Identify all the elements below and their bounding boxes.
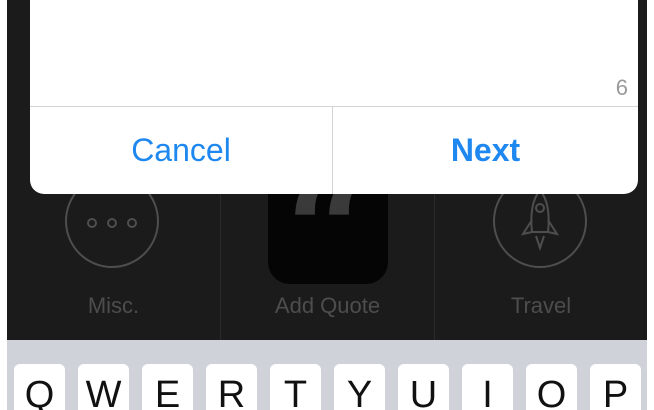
key-p[interactable]: P	[590, 364, 641, 410]
key-w[interactable]: W	[78, 364, 129, 410]
cancel-button[interactable]: Cancel	[30, 107, 332, 194]
key-y[interactable]: Y	[334, 364, 385, 410]
category-label: Travel	[510, 293, 572, 318]
keyboard: Q W E R T Y U I O P	[7, 340, 647, 410]
character-count: 6	[615, 75, 628, 100]
key-e[interactable]: E	[142, 364, 193, 410]
key-r[interactable]: R	[206, 364, 257, 410]
quote-text-field[interactable]	[30, 0, 638, 106]
category-label: Misc.	[87, 293, 140, 318]
category-label: Add Quote	[274, 293, 381, 318]
next-button[interactable]: Next	[333, 107, 638, 194]
key-q[interactable]: Q	[14, 364, 65, 410]
key-u[interactable]: U	[398, 364, 449, 410]
screen: Misc. “ Add Quote Travel 6 Cancel Next Q…	[7, 0, 647, 410]
key-o[interactable]: O	[526, 364, 577, 410]
quote-dialog: 6 Cancel Next	[30, 0, 638, 194]
key-i[interactable]: I	[462, 364, 513, 410]
key-t[interactable]: T	[270, 364, 321, 410]
